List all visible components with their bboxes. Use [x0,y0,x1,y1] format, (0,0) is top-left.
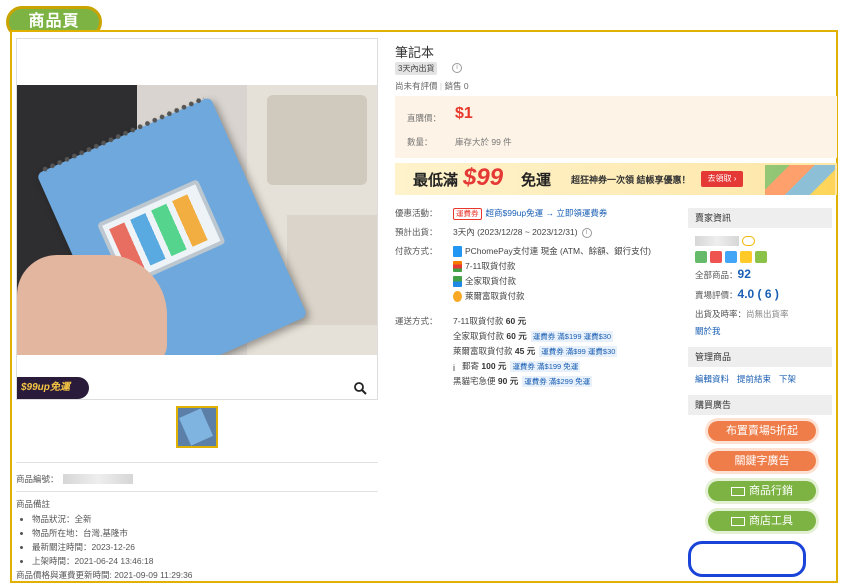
seller-rating-row: 賣場評價：4.0 ( 6 ) [695,287,779,301]
delivery-item: 7-11取貨付款 60 元 [453,316,527,326]
ads-header: 購買廣告 [688,395,832,415]
pchomepay-icon [453,246,462,258]
note-item: 上架時間：2021-06-24 13:46:18 [32,554,378,568]
note-item: 物品所在地：台灣,基隆市 [32,526,378,540]
note-item: 最新關注時間：2023-12-26 [32,540,378,554]
payment-method: 萊爾富取貨付款 [465,291,525,301]
store-tools-button[interactable]: 商店工具 [708,511,816,531]
zoom-icon[interactable] [353,381,367,395]
delivery-coupon-tag[interactable]: 運費券 滿$199 運費$30 [530,331,614,342]
sales-count: 0 [463,81,469,91]
stock-text: 庫存大於 99 件 [455,137,512,147]
chat-icon[interactable] [742,236,755,246]
price-update-time: 商品價格與運費更新時間: 2021-09-09 11:29:36 [16,570,193,580]
edit-link[interactable]: 編輯資料 [695,373,729,385]
phone-icon [725,251,737,263]
mail-icon [710,251,722,263]
delist-link[interactable]: 下架 [779,373,796,385]
note-item: 物品狀況：全新 [32,512,378,526]
ship-time-tag: 3天內出貨 [395,62,438,75]
store-icon [731,516,745,526]
total-items-value[interactable]: 92 [738,267,751,281]
product-note-label: 商品備註 [16,499,51,509]
banner-subtext: 超狂神券一次領 結帳享優惠！ [571,175,691,185]
payment-method: 7-11取貨付款 [465,261,516,271]
price-value: $1 [455,105,473,122]
product-meta: 商品編號： 商品備註 物品狀況：全新 物品所在地：台灣,基隆市 最新關注時間：2… [16,456,378,581]
quantity-label: 數量： [407,137,433,147]
banner-text-2: 免運 [521,172,552,189]
familymart-icon [453,276,462,288]
hilife-icon [453,291,462,303]
banner-cta-button[interactable]: 去領取 › [701,171,743,187]
product-title: 筆記本 [395,45,435,60]
product-image-viewer[interactable]: $99up免運 [16,38,378,400]
store-tools-highlight [688,541,806,577]
delivery-item: i 郵寄 100 元運費券 滿$199 免運 [453,361,581,374]
decorate-store-button[interactable]: 布置賣場5折起 [708,421,816,441]
keyword-ads-button[interactable]: 關鍵字廣告 [708,451,816,471]
coupon-link[interactable]: 超商$99up免運 → 立即領運費券 [486,208,608,218]
end-early-link[interactable]: 提前結束 [737,373,771,385]
banner-text-1: 最低滿 [413,172,459,189]
manage-header: 管理商品 [688,347,832,367]
product-marketing-button[interactable]: 商品行銷 [708,481,816,501]
banner-amount: $99 [463,164,504,191]
delivery-coupon-tag[interactable]: 運費券 滿$99 運費$30 [539,346,618,357]
product-id-label: 商品編號： [16,474,59,484]
shield-icon [755,251,767,263]
sales-label: 銷售 [444,81,462,91]
purchase-details: 優惠活動： 運費券 超商$99up免運 → 立即領運費券 預計出貨： 3天內 (2… [395,206,685,389]
delivery-list: 7-11取貨付款 60 元 全家取貨付款 60 元運費券 滿$199 運費$30… [453,314,618,389]
delivery-label: 運送方式： [395,316,438,326]
delivery-item: 全家取貨付款 60 元運費券 滿$199 運費$30 [453,331,614,342]
about-link[interactable]: 關於我 [688,322,832,337]
rating-text[interactable]: 尚未有評價 [395,81,438,91]
seller-name-redacted[interactable] [695,236,739,246]
product-id-redacted [62,474,133,484]
seller-info-header: 賣家資訊 [688,208,832,228]
lock-icon [740,251,752,263]
delivery-coupon-tag[interactable]: 運費券 滿$299 免運 [522,376,593,387]
payment-label: 付款方式： [395,246,438,256]
product-photo [17,85,377,355]
verified-icon [695,251,707,263]
ship-value: 3天內 (2023/12/28 ~ 2023/12/31) [453,227,578,237]
payment-method: 全家取貨付款 [465,276,517,286]
free-shipping-promo-badge: $99up免運 [17,377,89,399]
banner-decoration [765,165,835,195]
mail-icon: i [453,363,455,374]
product-notes-list: 物品狀況：全新 物品所在地：台灣,基隆市 最新關注時間：2023-12-26 上… [16,512,378,568]
seller-badges [688,246,832,263]
info-icon[interactable]: i [581,228,592,238]
info-icon[interactable]: i [452,63,462,73]
price-box: 直購價： $1 數量： 庫存大於 99 件 [395,96,837,158]
free-shipping-banner[interactable]: 最低滿 $99 免運 超狂神券一次領 結帳享優惠！ 去領取 › [395,163,837,195]
delivery-coupon-tag[interactable]: 運費券 滿$199 免運 [510,361,581,372]
payment-method: PChomePay支付連 現金 (ATM、餘額、銀行支付) [465,246,651,256]
total-items-row: 全部商品：92 [695,267,751,281]
seven-eleven-icon [453,261,462,273]
rating-row: 尚未有評價 | 銷售 0 [395,81,469,91]
product-thumbnail[interactable] [176,406,218,448]
delivery-item: 黑貓宅急便 90 元運費券 滿$299 免運 [453,376,593,387]
ship-label: 預計出貨： [395,227,438,237]
seller-rating-value[interactable]: 4.0 ( 6 ) [738,287,779,301]
delivery-item: 萊爾富取貨付款 45 元運費券 滿$99 運費$30 [453,346,618,357]
promo-label: 優惠活動： [395,208,438,218]
seller-sidebar: 賣家資訊 全部商品：92 賣場評價：4.0 ( 6 ) 出貨及時率：尚無出貨率 … [688,208,832,531]
ship-rate-row: 出貨及時率：尚無出貨率 [695,309,789,319]
coupon-tag: 運費券 [453,208,482,220]
bag-icon [731,486,745,496]
price-label: 直購價： [407,113,442,123]
